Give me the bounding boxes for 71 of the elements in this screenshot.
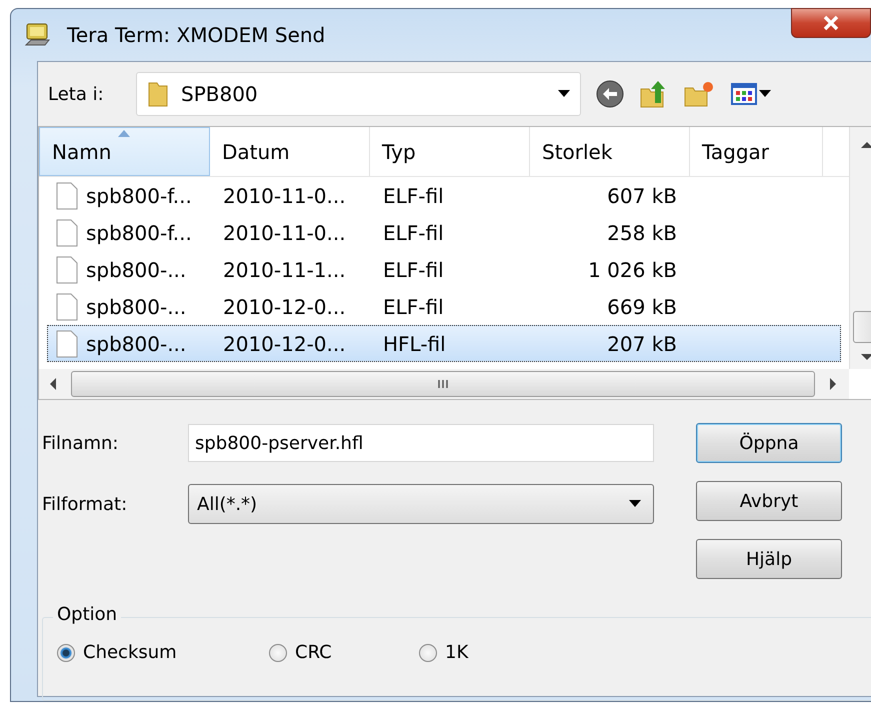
file-row[interactable]: spb800-... 2010-12-0... ELF-fil 669 kB <box>47 288 841 325</box>
caret-icon <box>759 90 771 98</box>
help-button[interactable]: Hjälp <box>696 539 842 579</box>
file-date: 2010-11-0... <box>223 184 346 208</box>
file-row[interactable]: spb800-... 2010-12-0... HFL-fil 207 kB <box>47 325 841 362</box>
cancel-button[interactable]: Avbryt <box>696 481 842 521</box>
format-label: Filformat: <box>42 494 128 514</box>
scroll-down-icon[interactable] <box>861 353 871 361</box>
horizontal-scrollbar[interactable] <box>39 369 849 399</box>
close-button[interactable] <box>791 8 871 38</box>
back-icon[interactable] <box>595 79 625 109</box>
file-size: 1 026 kB <box>588 258 677 282</box>
grip-icon <box>436 379 450 389</box>
filename-label: Filnamn: <box>42 432 120 454</box>
file-date: 2010-12-0... <box>223 332 346 356</box>
look-in-dropdown[interactable]: SPB800 <box>136 72 581 116</box>
file-size: 258 kB <box>607 220 677 244</box>
open-button[interactable]: Öppna <box>696 423 842 463</box>
file-icon <box>56 182 78 210</box>
file-size: 607 kB <box>607 184 677 208</box>
file-name: spb800-... <box>86 294 186 318</box>
window-title: Tera Term: XMODEM Send <box>67 23 326 47</box>
column-header[interactable]: Taggar <box>690 127 823 176</box>
radio-option[interactable]: CRC <box>269 642 419 663</box>
radio-button[interactable] <box>269 644 287 662</box>
file-type: ELF-fil <box>383 258 444 282</box>
view-menu-button[interactable] <box>731 82 771 106</box>
radio-option[interactable]: Checksum <box>57 642 269 663</box>
file-type: ELF-fil <box>383 184 444 208</box>
radio-option[interactable]: 1K <box>419 642 468 663</box>
column-header[interactable]: Storlek <box>530 127 690 176</box>
file-icon <box>56 330 78 358</box>
file-name: spb800-... <box>86 332 186 356</box>
filename-field[interactable]: spb800-pserver.hfl <box>188 424 654 462</box>
close-icon <box>821 15 841 31</box>
scroll-thumb[interactable] <box>71 371 815 397</box>
file-icon <box>56 292 78 320</box>
caret-icon <box>558 90 570 98</box>
file-row[interactable]: spb800-f... 2010-11-0... ELF-fil 258 kB <box>47 214 841 251</box>
file-row[interactable]: spb800-f... 2010-11-0... ELF-fil 607 kB <box>47 177 841 214</box>
radio-button[interactable] <box>419 644 437 662</box>
file-row[interactable]: spb800-... 2010-11-1... ELF-fil 1 026 kB <box>47 251 841 288</box>
file-date: 2010-11-1... <box>223 258 346 282</box>
file-size: 669 kB <box>607 294 677 318</box>
scroll-right-icon[interactable] <box>829 378 837 390</box>
folder-icon <box>147 80 169 108</box>
view-grid-icon <box>731 82 757 106</box>
scroll-left-icon[interactable] <box>49 378 57 390</box>
column-header[interactable]: Namn <box>39 127 210 176</box>
radio-button[interactable] <box>57 644 75 662</box>
column-header[interactable]: Typ <box>370 127 530 176</box>
group-legend: Option <box>53 604 122 625</box>
file-name: spb800-f... <box>86 184 192 208</box>
file-name: spb800-... <box>86 258 186 282</box>
format-dropdown[interactable]: All(*.*) <box>188 484 654 524</box>
caret-icon <box>629 500 641 508</box>
file-date: 2010-12-0... <box>223 294 346 318</box>
column-header[interactable]: Datum <box>210 127 370 176</box>
file-icon <box>56 218 78 246</box>
scroll-up-icon[interactable] <box>861 141 871 149</box>
file-date: 2010-11-0... <box>223 220 346 244</box>
look-in-label: Leta i: <box>48 84 105 104</box>
file-type: HFL-fil <box>383 332 446 356</box>
sort-arrow-icon <box>118 130 130 137</box>
file-type: ELF-fil <box>383 294 444 318</box>
file-icon <box>56 256 78 284</box>
new-folder-icon[interactable] <box>683 80 715 108</box>
terminal-icon <box>25 23 51 47</box>
file-name: spb800-f... <box>86 220 192 244</box>
file-size: 207 kB <box>607 332 677 356</box>
file-type: ELF-fil <box>383 220 444 244</box>
